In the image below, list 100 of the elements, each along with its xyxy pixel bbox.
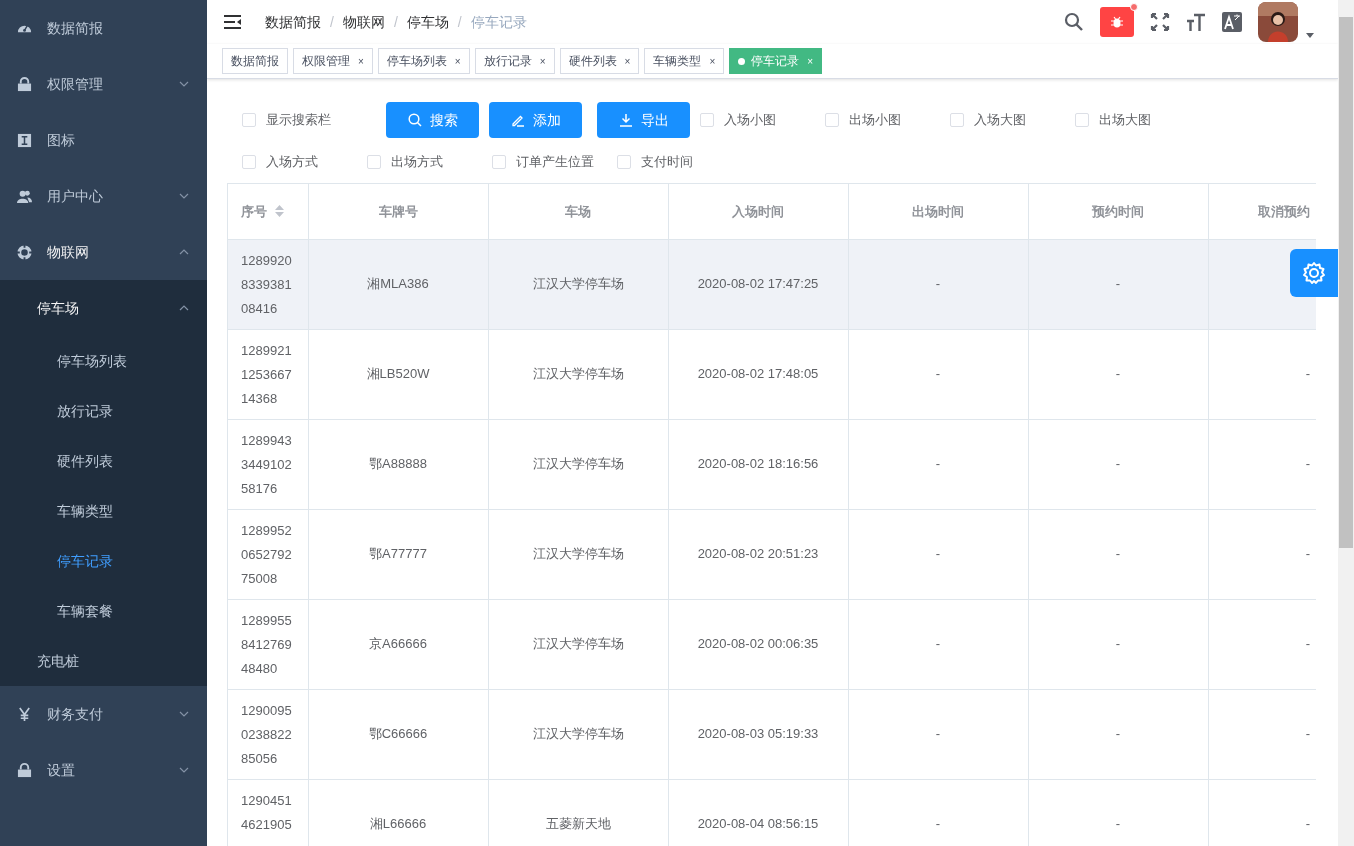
submenu-item[interactable]: 硬件列表 — [0, 436, 207, 486]
caret-icon[interactable] — [1306, 33, 1314, 39]
lock-icon — [17, 76, 32, 92]
gear-icon — [1302, 261, 1326, 285]
checkbox-label: 出场方式 — [391, 153, 443, 172]
checkbox[interactable] — [242, 113, 256, 128]
table-cell: 湘LB520W — [308, 329, 488, 420]
checkbox[interactable] — [617, 155, 631, 170]
table-cell: 2020-08-03 05:19:33 — [668, 689, 848, 780]
download-icon — [618, 113, 633, 128]
table-cell: 京A66666 — [308, 599, 488, 690]
submenu-item[interactable]: 停车场列表 — [0, 336, 207, 386]
search-icon[interactable] — [1064, 12, 1084, 33]
breadcrumb-link[interactable]: 物联网 — [342, 11, 385, 33]
table-cell: 江汉大学停车场 — [488, 239, 668, 330]
table-cell: 五菱新天地 — [488, 779, 668, 846]
table-cell: - — [848, 689, 1028, 780]
table-cell: 江汉大学停车场 — [488, 599, 668, 690]
table-cell: 1289955841276948480 — [228, 599, 308, 690]
chevron-icon — [179, 709, 189, 719]
table-cell: - — [1028, 329, 1208, 420]
checkbox[interactable] — [950, 113, 964, 128]
tab[interactable]: 停车场列表 × — [377, 48, 470, 75]
font-size-icon[interactable] — [1186, 12, 1206, 33]
table-cell: 2020-08-02 17:48:05 — [668, 329, 848, 420]
column-header: 车牌号 — [308, 184, 488, 240]
tab[interactable]: 车辆类型 × — [644, 48, 725, 75]
chevron-icon — [179, 191, 189, 201]
fullscreen-icon[interactable] — [1150, 12, 1170, 33]
column-header: 出场时间 — [848, 184, 1028, 240]
close-icon[interactable]: × — [454, 56, 461, 68]
pen-icon — [510, 113, 525, 128]
translate-icon[interactable] — [1222, 12, 1242, 33]
close-icon[interactable]: × — [358, 56, 364, 68]
submenu-item[interactable]: 停车场 — [0, 280, 207, 336]
checkbox-label: 出场小图 — [849, 111, 901, 130]
breadcrumb-separator: / — [457, 12, 462, 32]
column-header: 预约时间 — [1028, 184, 1208, 240]
close-icon[interactable]: × — [709, 56, 716, 68]
table-cell: - — [848, 509, 1028, 600]
checkbox[interactable] — [825, 113, 839, 128]
table-cell: - — [1028, 599, 1208, 690]
scrollbar[interactable] — [1338, 0, 1354, 846]
table-cell: 12904514621905 — [228, 779, 308, 846]
submenu-item[interactable]: 放行记录 — [0, 386, 207, 436]
checkbox[interactable] — [242, 155, 256, 170]
table-cell: 2020-08-02 18:16:56 — [668, 419, 848, 510]
breadcrumb-separator: / — [330, 12, 334, 32]
table-cell: - — [1028, 779, 1208, 846]
table-cell: 1289943344910258176 — [228, 419, 308, 510]
table-cell: - — [848, 599, 1028, 690]
table-cell: 江汉大学停车场 — [488, 509, 668, 600]
column-header: 车场 — [488, 184, 668, 240]
menu-item[interactable]: 物联网 — [0, 224, 207, 280]
table-cell: - — [1028, 689, 1208, 780]
checkbox[interactable] — [367, 155, 381, 170]
table-cell: 1289921125366714368 — [228, 329, 308, 420]
tab[interactable]: 数据简报 — [222, 48, 288, 75]
tab[interactable]: 硬件列表 × — [559, 48, 640, 75]
status-dot — [738, 58, 746, 66]
table-cell: 2020-08-04 08:56:15 — [668, 779, 848, 846]
breadcrumb-link[interactable]: 数据简报 — [265, 11, 321, 33]
submenu-item[interactable]: 车辆套餐 — [0, 586, 207, 636]
close-icon[interactable]: × — [624, 56, 631, 68]
chevron-icon — [179, 303, 189, 313]
table-cell: - — [1028, 509, 1208, 600]
settings-button[interactable] — [1290, 249, 1338, 297]
breadcrumb-link[interactable]: 停车场 — [406, 11, 449, 33]
submenu-item[interactable]: 充电桩 — [0, 636, 207, 686]
notification-dot — [1130, 3, 1138, 12]
chevron-icon — [179, 765, 189, 775]
submenu-item[interactable]: 停车记录 — [0, 536, 207, 586]
table-cell: 2020-08-02 00:06:35 — [668, 599, 848, 690]
sort-icon[interactable] — [275, 204, 284, 217]
menu-item[interactable]: 权限管理 — [0, 56, 207, 112]
menu-icon[interactable] — [224, 15, 241, 30]
table-cell: 江汉大学停车场 — [488, 329, 668, 420]
avatar[interactable] — [1258, 2, 1298, 43]
table-cell: 江汉大学停车场 — [488, 689, 668, 780]
submenu-item[interactable]: 车辆类型 — [0, 486, 207, 536]
checkbox[interactable] — [1075, 113, 1089, 128]
table-cell: 1289952065279275008 — [228, 509, 308, 600]
menu-item[interactable]: 财务支付 — [0, 686, 207, 742]
checkbox[interactable] — [700, 113, 714, 128]
column-header: 入场时间 — [668, 184, 848, 240]
tab[interactable]: 权限管理 × — [293, 48, 373, 75]
menu-item[interactable]: 数据简报 — [0, 0, 207, 56]
table-cell: - — [1028, 419, 1208, 510]
bug-icon — [1110, 15, 1124, 30]
menu-item[interactable]: 图标 — [0, 112, 207, 168]
close-icon[interactable]: × — [539, 56, 546, 68]
menu-item[interactable]: 设置 — [0, 742, 207, 798]
menu-item[interactable]: 用户中心 — [0, 168, 207, 224]
checkbox-label: 显示搜索栏 — [266, 111, 331, 130]
text-cursor-icon — [17, 132, 32, 148]
checkbox[interactable] — [492, 155, 506, 170]
lifebuoy-icon — [17, 244, 32, 260]
table-cell: - — [1028, 239, 1208, 330]
breadcrumb-separator: / — [393, 12, 398, 32]
tab[interactable]: 放行记录 × — [474, 48, 555, 75]
